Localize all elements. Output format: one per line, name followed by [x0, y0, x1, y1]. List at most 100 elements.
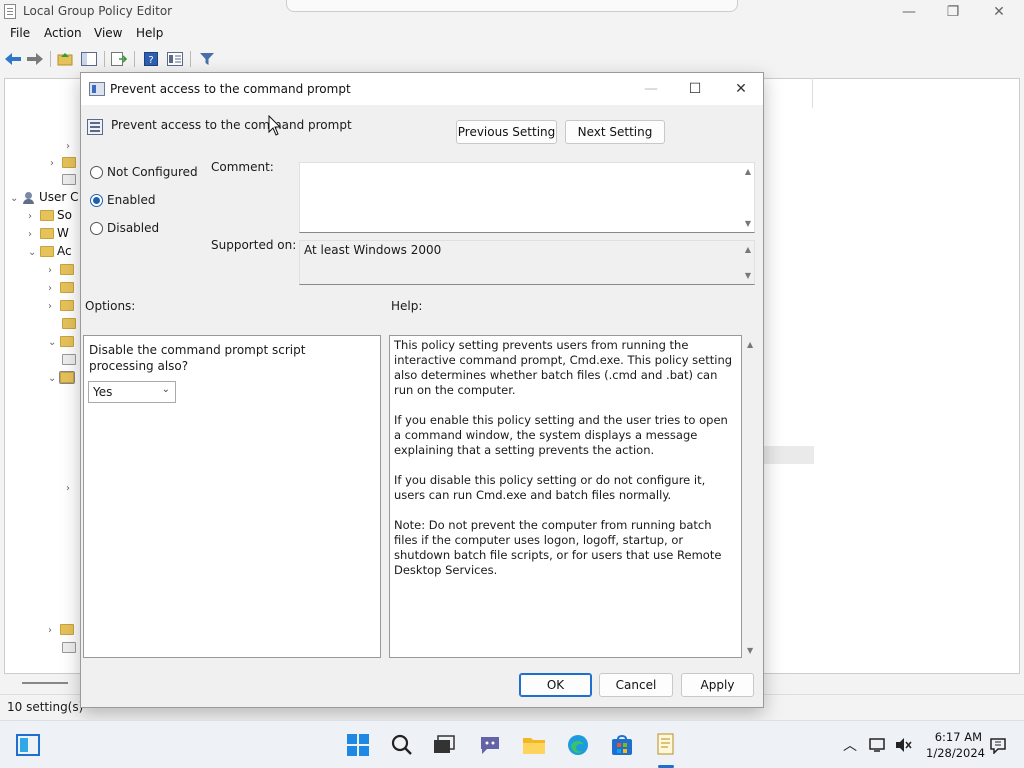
show-desktop-widget-icon[interactable] [16, 733, 40, 757]
properties-icon[interactable] [166, 50, 184, 68]
network-icon[interactable] [866, 733, 890, 757]
tree-expand-icon[interactable]: › [66, 483, 78, 494]
minimize-button[interactable]: — [886, 0, 932, 24]
dialog-minimize-button[interactable]: — [631, 77, 671, 101]
help-panel[interactable]: This policy setting prevents users from … [389, 335, 742, 658]
folder-icon [59, 371, 75, 384]
windows-start-icon[interactable] [346, 733, 370, 757]
up-folder-icon[interactable] [56, 50, 74, 68]
supported-on-value: At least Windows 2000 [304, 243, 442, 257]
dialog-close-button[interactable]: ✕ [721, 77, 761, 101]
tree-expand-icon[interactable]: › [66, 141, 78, 152]
tree-collapse-icon[interactable]: ⌄ [10, 193, 22, 204]
tree-item-system[interactable]: ⌄ [48, 370, 77, 388]
menu-help[interactable]: Help [136, 26, 163, 40]
tree-collapse-icon[interactable]: ⌄ [48, 337, 60, 348]
close-button[interactable]: ✕ [976, 0, 1022, 24]
tree-item-windows-settings[interactable]: › W [28, 226, 69, 244]
tree-item[interactable]: › [48, 280, 77, 298]
scroll-up-icon[interactable]: ▲ [745, 167, 751, 176]
radio-enabled[interactable]: Enabled [90, 191, 156, 209]
script-processing-select[interactable]: Yes ⌄ [88, 381, 176, 403]
tree-item[interactable]: › [50, 155, 79, 173]
notification-icon[interactable] [986, 733, 1010, 757]
tree-item[interactable]: › [48, 262, 77, 280]
toolbar-separator [134, 51, 135, 67]
menu-action[interactable]: Action [44, 26, 82, 40]
tree-item[interactable]: › [66, 480, 78, 498]
show-hidden-icons-chevron[interactable]: ︿ [838, 733, 862, 757]
help-text: This policy setting prevents users from … [394, 338, 738, 593]
tree-expand-icon[interactable]: › [48, 301, 60, 312]
task-view-icon[interactable] [432, 733, 456, 757]
next-setting-button[interactable]: Next Setting [565, 120, 665, 144]
chevron-down-icon: ⌄ [161, 384, 170, 395]
horizontal-scrollbar[interactable] [22, 682, 68, 684]
supported-on-label: Supported on: [211, 238, 297, 252]
tree-item[interactable] [62, 172, 79, 190]
radio-circle-checked[interactable] [90, 193, 103, 207]
tree-item-label: User C [39, 190, 79, 204]
scroll-up-icon[interactable]: ▲ [745, 245, 751, 254]
radio-label: Disabled [107, 221, 160, 235]
comment-textarea[interactable]: ▲ ▼ [299, 162, 755, 233]
titlebar-search-pill[interactable] [286, 0, 738, 12]
forward-arrow-icon[interactable] [26, 50, 44, 68]
menu-file[interactable]: File [10, 26, 30, 40]
tree-item[interactable]: ⌄ [48, 334, 77, 352]
tree-item[interactable] [62, 640, 79, 658]
tree-collapse-icon[interactable]: ⌄ [48, 373, 60, 384]
radio-disabled[interactable]: Disabled [90, 219, 159, 237]
maximize-button[interactable]: ❐ [930, 0, 976, 24]
tree-expand-icon[interactable]: › [48, 625, 60, 636]
tree-expand-icon[interactable]: › [48, 265, 60, 276]
ok-button[interactable]: OK [519, 673, 592, 697]
tree-item[interactable]: › [48, 622, 77, 640]
edge-browser-icon[interactable] [566, 733, 590, 757]
tree-item[interactable] [62, 352, 79, 370]
back-arrow-icon[interactable] [4, 50, 22, 68]
radio-circle[interactable] [90, 165, 103, 179]
user-icon [22, 191, 36, 204]
clock-time: 6:17 AM [934, 730, 982, 744]
tree-item-user-configuration[interactable]: ⌄ User C [10, 190, 79, 208]
tree-item-label: W [57, 226, 69, 240]
selected-setting-row[interactable] [764, 446, 814, 464]
scroll-down-icon[interactable]: ▼ [745, 219, 751, 228]
scroll-down-icon[interactable]: ▼ [745, 271, 751, 280]
system-clock[interactable]: 6:17 AM 1/28/2024 [926, 729, 985, 761]
search-icon[interactable] [390, 733, 414, 757]
tree-expand-icon[interactable]: › [28, 229, 40, 240]
show-hide-tree-icon[interactable] [80, 50, 98, 68]
tree-item[interactable]: › [48, 298, 77, 316]
apply-button[interactable]: Apply [681, 673, 754, 697]
tree-expand-icon[interactable]: › [50, 158, 62, 169]
menu-view[interactable]: View [94, 26, 122, 40]
radio-not-configured[interactable]: Not Configured [90, 163, 198, 181]
tree-collapse-icon[interactable]: ⌄ [28, 247, 40, 258]
tree-item-label: Ac [57, 244, 72, 258]
help-scroll-up-icon[interactable]: ▲ [747, 340, 760, 349]
dialog-maximize-button[interactable]: ☐ [675, 77, 715, 101]
mouse-cursor-icon [268, 115, 282, 136]
previous-setting-button[interactable]: Previous Setting [456, 120, 557, 144]
tree-expand-icon[interactable]: › [28, 211, 40, 222]
tree-item[interactable]: › [66, 138, 78, 156]
tree-expand-icon[interactable]: › [48, 283, 60, 294]
radio-circle[interactable] [90, 221, 103, 235]
cancel-button[interactable]: Cancel [599, 673, 673, 697]
group-policy-taskbar-icon[interactable] [654, 733, 678, 757]
radio-label: Enabled [107, 193, 156, 207]
volume-muted-icon[interactable] [892, 733, 916, 757]
filter-icon[interactable] [198, 50, 216, 68]
microsoft-store-icon[interactable] [610, 733, 634, 757]
help-scroll-down-icon[interactable]: ▼ [747, 646, 760, 655]
help-icon[interactable]: ? [142, 50, 160, 68]
export-list-icon[interactable] [110, 50, 128, 68]
folder-icon [40, 246, 54, 257]
teams-chat-icon[interactable] [478, 733, 502, 757]
tree-item[interactable] [62, 316, 79, 334]
tree-item-administrative-templates[interactable]: ⌄ Ac [28, 244, 72, 262]
file-explorer-icon[interactable] [522, 733, 546, 757]
tree-item-software-settings[interactable]: › So [28, 208, 72, 226]
